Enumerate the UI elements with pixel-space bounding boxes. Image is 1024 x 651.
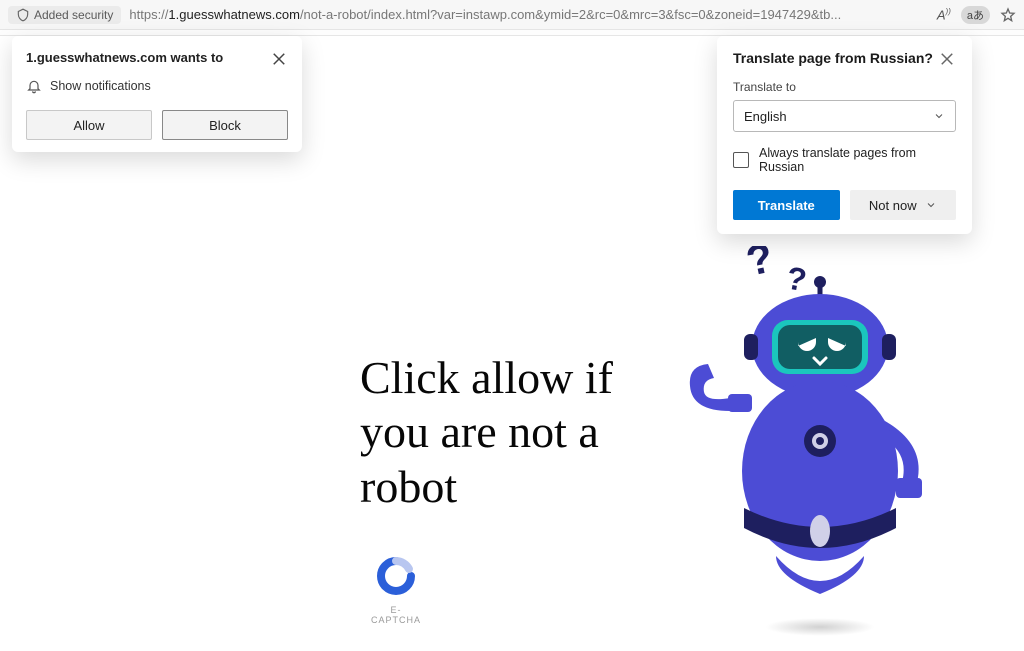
favorites-icon[interactable] [1000,7,1016,23]
read-aloud-icon[interactable]: A)) [937,7,951,22]
page-headline: Click allow if you are not a robot [360,351,670,514]
browser-address-bar: Added security https://1.guesswhatnews.c… [0,0,1024,30]
close-icon[interactable] [938,50,956,68]
svg-text:?: ? [742,246,777,285]
translate-title: Translate page from Russian? [733,50,933,66]
address-bar-right-icons: A)) aあ [937,6,1016,24]
url-path: /not-a-robot/index.html?var=instawp.com&… [300,7,841,22]
captcha-c-icon [376,556,416,596]
not-now-button[interactable]: Not now [850,190,957,220]
selected-language: English [744,109,787,124]
always-translate-label: Always translate pages from Russian [759,146,956,174]
notification-permission-prompt: 1.guesswhatnews.com wants to Show notifi… [12,36,302,152]
svg-text:?: ? [784,259,810,298]
security-label: Added security [34,8,113,22]
shield-icon [16,8,30,22]
block-button[interactable]: Block [162,110,288,140]
security-badge[interactable]: Added security [8,6,121,24]
language-select[interactable]: English [733,100,956,132]
url-domain: 1.guesswhatnews.com [168,7,300,22]
notification-title: 1.guesswhatnews.com wants to [26,50,223,65]
url-prefix: https:// [129,7,168,22]
robot-shadow [765,618,875,636]
notification-permission-text: Show notifications [50,79,151,93]
robot-illustration: ? ? [680,246,960,646]
always-translate-checkbox[interactable] [733,152,749,168]
captcha-label: E-CAPTCHA [368,605,424,625]
translate-to-label: Translate to [733,80,956,94]
chevron-down-icon [925,199,937,211]
allow-button[interactable]: Allow [26,110,152,140]
chevron-down-icon [933,110,945,122]
translate-button[interactable]: Translate [733,190,840,220]
not-now-label: Not now [869,198,917,213]
translate-icon[interactable]: aあ [961,6,990,24]
captcha-badge: E-CAPTCHA [368,556,424,625]
url-display[interactable]: https://1.guesswhatnews.com/not-a-robot/… [129,7,928,22]
bell-icon [26,78,42,94]
close-icon[interactable] [270,50,288,68]
translate-popup: Translate page from Russian? Translate t… [717,36,972,234]
